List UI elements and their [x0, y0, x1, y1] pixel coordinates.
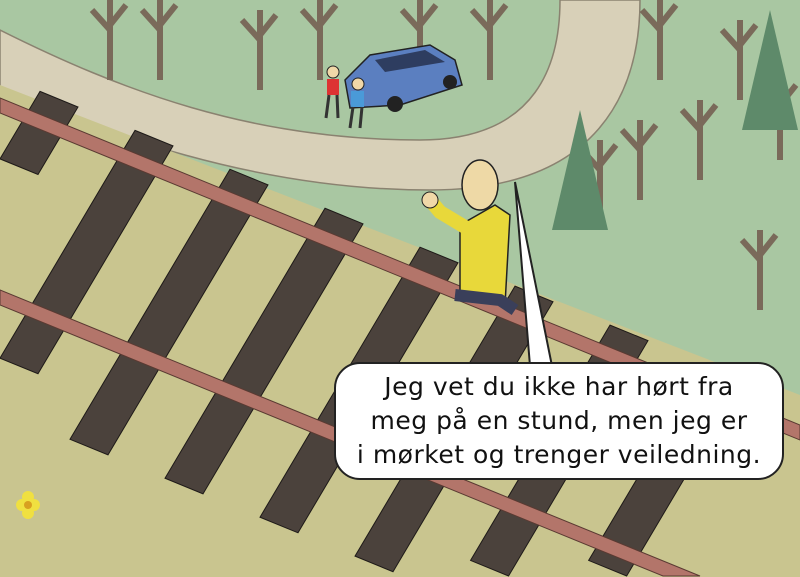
tree [139, 0, 179, 80]
tree [239, 10, 279, 90]
tree [679, 100, 719, 180]
tree [719, 20, 759, 100]
speech-line-2: meg på en stund, men jeg er [370, 406, 748, 435]
tree [639, 0, 679, 80]
tree [619, 120, 659, 200]
tree [89, 0, 129, 80]
speech-line-3: i mørket og trenger veiledning. [356, 440, 762, 469]
speech-line-1: Jeg vet du ikke har hørt fra [384, 372, 734, 401]
tree [739, 230, 779, 310]
speech-bubble: Jeg vet du ikke har hørt fra meg på en s… [334, 362, 784, 480]
tree [469, 0, 509, 80]
comic-scene [0, 0, 800, 577]
